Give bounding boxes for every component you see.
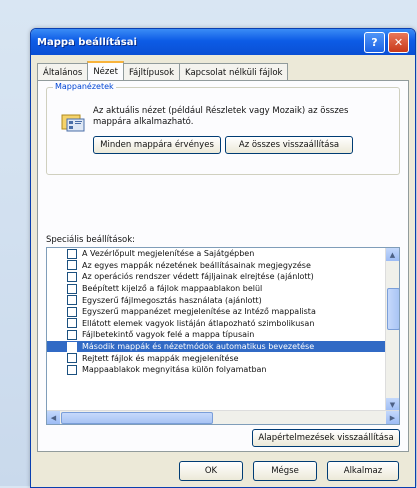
setting-label: Az egyes mappák nézetének beállításainak… <box>82 260 311 270</box>
folder-view-icon <box>61 114 85 132</box>
close-button[interactable]: ✕ <box>388 31 409 53</box>
ok-button[interactable]: OK <box>179 461 243 481</box>
vertical-scroll-thumb[interactable] <box>387 288 399 330</box>
setting-label: Az operációs rendszer védett fájljainak … <box>82 272 314 282</box>
horizontal-scrollbar[interactable]: ◀ ▶ <box>47 410 399 424</box>
setting-checkbox[interactable] <box>67 295 77 306</box>
horizontal-scroll-thumb[interactable] <box>61 412 213 424</box>
setting-label: Egyszerű fájlmegosztás használata (ajánl… <box>82 295 262 305</box>
setting-checkbox[interactable] <box>67 329 77 340</box>
setting-label: Egyszerű mappanézet megjelenítése az Int… <box>82 307 316 317</box>
settings-list-item[interactable]: Az operációs rendszer védett fájljainak … <box>47 271 386 283</box>
setting-checkbox[interactable] <box>67 341 77 352</box>
settings-list-item[interactable]: A Vezérlőpult megjelenítése a Sajátgépbe… <box>47 248 386 260</box>
settings-rows: A Vezérlőpult megjelenítése a Sajátgépbe… <box>47 248 386 376</box>
advanced-settings-list[interactable]: A Vezérlőpult megjelenítése a Sajátgépbe… <box>46 247 400 425</box>
view-tab-panel: Mappanézetek Az aktuális nézet (például … <box>37 80 409 452</box>
setting-label: Beépített kijelző a fájlok mappaablakon … <box>82 284 263 294</box>
scroll-left-icon[interactable]: ◀ <box>47 411 60 424</box>
vertical-scrollbar[interactable]: ▲ ▼ <box>385 248 399 411</box>
cancel-button[interactable]: Mégse <box>253 461 317 481</box>
settings-list-item[interactable]: Ellátott elemek vagyok listáján átlapozh… <box>47 318 386 330</box>
settings-list-item[interactable]: Második mappák és nézetmódok automatikus… <box>47 340 386 353</box>
folder-options-dialog: Mappa beállításai ? ✕ Általános Nézet Fá… <box>30 28 416 488</box>
title-bar: Mappa beállításai ? ✕ <box>31 29 415 55</box>
setting-checkbox[interactable] <box>67 318 77 329</box>
setting-label: A Vezérlőpult megjelenítése a Sajátgépbe… <box>82 249 255 259</box>
setting-checkbox[interactable] <box>67 260 77 271</box>
setting-checkbox[interactable] <box>67 271 77 282</box>
setting-checkbox[interactable] <box>67 353 77 364</box>
apply-to-all-folders-button[interactable]: Minden mappára érvényes <box>93 136 221 154</box>
setting-checkbox[interactable] <box>67 283 77 294</box>
settings-list-item[interactable]: Beépített kijelző a fájlok mappaablakon … <box>47 283 386 295</box>
restore-defaults-button[interactable]: Alapértelmezések visszaállítása <box>252 429 400 447</box>
setting-label: Rejtett fájlok és mappák megjelenítése <box>82 353 239 363</box>
setting-checkbox[interactable] <box>67 248 77 259</box>
reset-all-folders-button[interactable]: Az összes visszaállítása <box>225 136 353 154</box>
setting-checkbox[interactable] <box>67 364 77 375</box>
folder-views-group: Mappanézetek Az aktuális nézet (például … <box>46 82 400 175</box>
settings-list-item[interactable]: Egyszerű fájlmegosztás használata (ajánl… <box>47 294 386 306</box>
advanced-settings-label: Speciális beállítások: <box>46 235 135 245</box>
setting-label: Második mappák és nézetmódok automatikus… <box>82 342 315 352</box>
settings-list-item[interactable]: Mappaablakok megnyitása külön folyamatba… <box>47 364 386 376</box>
setting-label: Ellátott elemek vagyok listáján átlapozh… <box>82 318 315 328</box>
settings-list-item[interactable]: Egyszerű mappanézet megjelenítése az Int… <box>47 306 386 318</box>
setting-checkbox[interactable] <box>67 306 77 317</box>
help-button[interactable]: ? <box>364 31 385 53</box>
settings-list-item[interactable]: Rejtett fájlok és mappák megjelenítése <box>47 352 386 364</box>
folder-views-label: Mappanézetek <box>53 82 116 91</box>
setting-label: Mappaablakok megnyitása külön folyamatba… <box>82 365 267 375</box>
scroll-right-icon[interactable]: ▶ <box>386 411 399 424</box>
apply-button[interactable]: Alkalmaz <box>327 461 399 481</box>
setting-label: Fájlbetekintő vagyok felé a mappa típusa… <box>82 330 255 340</box>
scroll-up-icon[interactable]: ▲ <box>386 248 399 261</box>
folder-views-description: Az aktuális nézet (például Részletek vag… <box>93 106 349 127</box>
settings-list-item[interactable]: Az egyes mappák nézetének beállításainak… <box>47 260 386 272</box>
settings-list-item[interactable]: Fájlbetekintő vagyok felé a mappa típusa… <box>47 329 386 341</box>
window-title: Mappa beállításai <box>37 36 137 48</box>
